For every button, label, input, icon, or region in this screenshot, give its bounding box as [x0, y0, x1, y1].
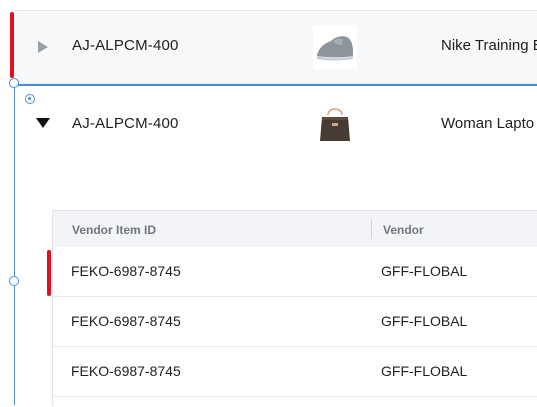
- column-resize-handle[interactable]: [371, 219, 372, 239]
- selection-outline: [14, 84, 15, 405]
- expand-row-icon[interactable]: [38, 41, 48, 53]
- vendor-cell: GFF-FLOBAL: [381, 313, 468, 329]
- vendor-cell: GFF-FLOBAL: [381, 363, 468, 379]
- sku-cell: AJ-ALPCM-400: [72, 37, 179, 54]
- collapse-row-icon[interactable]: [36, 118, 50, 128]
- column-header-vendor-item-id[interactable]: Vendor Item ID: [72, 223, 156, 237]
- vendor-item-id-cell: FEKO-6987-8745: [71, 263, 181, 279]
- sneaker-thumbnail: [313, 25, 357, 69]
- vendor-item-id-cell: FEKO-6987-8745: [71, 313, 181, 329]
- subtable-row[interactable]: FEKO-6987-8745 GFF-FLOBAL: [53, 347, 537, 397]
- subtable-row[interactable]: FEKO-6987-8745 GFF-FLOBAL: [53, 297, 537, 347]
- vendor-cell: GFF-FLOBAL: [381, 263, 468, 279]
- selection-handle[interactable]: [9, 276, 19, 286]
- annotation-mark: [47, 250, 51, 296]
- anchor-icon[interactable]: [25, 94, 35, 104]
- sku-cell: AJ-ALPCM-400: [72, 115, 179, 132]
- subtable-row[interactable]: FEKO-6987-8745 GFF-FLOBAL: [53, 247, 537, 297]
- vendor-subtable: Vendor Item ID Vendor FEKO-6987-8745 GFF…: [52, 210, 537, 406]
- subtable-header: Vendor Item ID Vendor: [53, 211, 537, 247]
- product-name-cell: Woman Lapto: [441, 115, 535, 132]
- product-name-cell: Nike Training E: [441, 37, 537, 54]
- handbag-thumbnail: [313, 101, 357, 145]
- selection-handle[interactable]: [9, 78, 19, 88]
- vendor-item-id-cell: FEKO-6987-8745: [71, 363, 181, 379]
- column-header-vendor[interactable]: Vendor: [383, 223, 424, 237]
- annotation-mark: [10, 12, 14, 78]
